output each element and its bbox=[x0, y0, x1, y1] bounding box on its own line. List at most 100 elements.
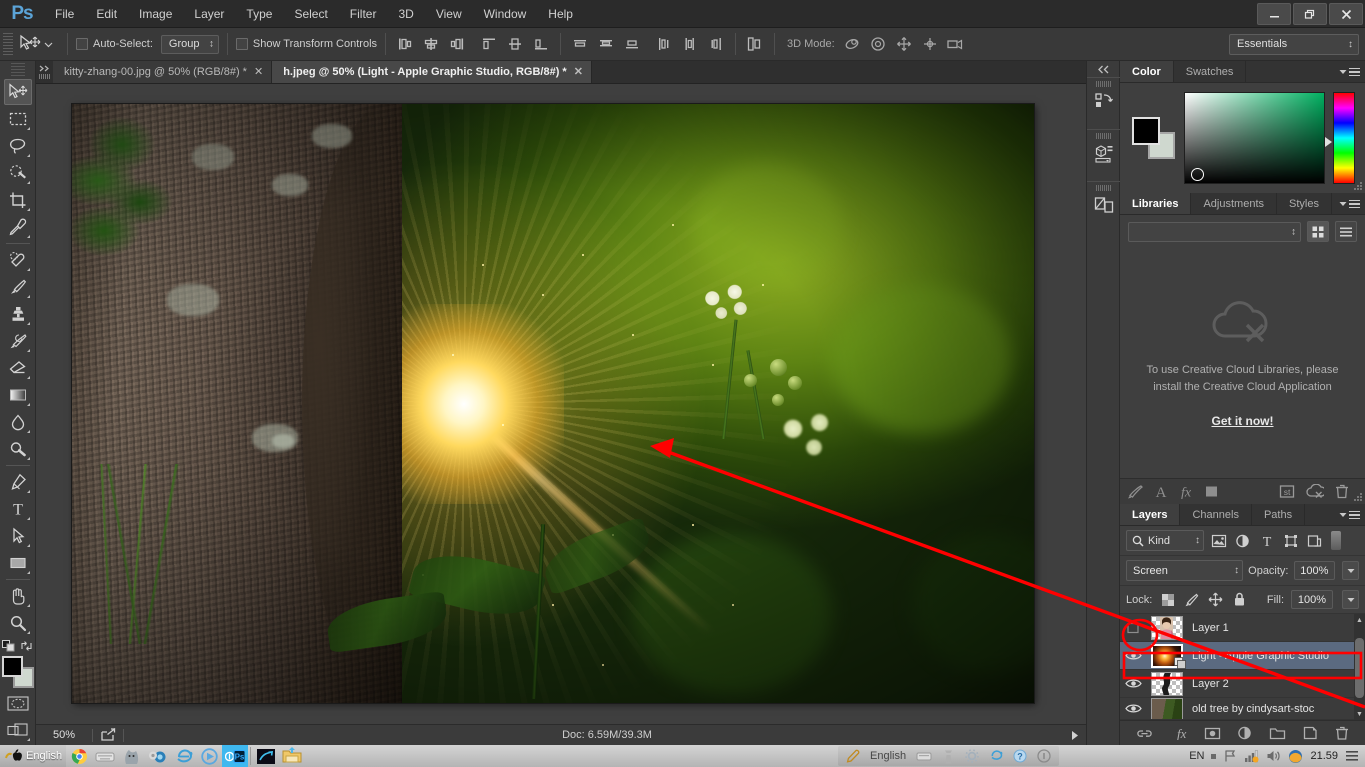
hue-slider[interactable] bbox=[1325, 92, 1355, 184]
restore-button[interactable] bbox=[1293, 3, 1327, 25]
rectangle-tool[interactable] bbox=[4, 550, 32, 576]
lock-all-icon[interactable] bbox=[1231, 591, 1248, 608]
fill-value[interactable]: 100% bbox=[1291, 590, 1333, 609]
hand-tool[interactable] bbox=[4, 583, 32, 609]
document-canvas[interactable] bbox=[72, 104, 1034, 703]
foreground-color-swatch[interactable] bbox=[1, 656, 23, 677]
menu-select[interactable]: Select bbox=[283, 0, 338, 28]
menu-window[interactable]: Window bbox=[473, 0, 538, 28]
layer-thumbnail-cell[interactable] bbox=[1146, 615, 1188, 640]
swap-colors-icon[interactable] bbox=[20, 640, 33, 652]
menu-file[interactable]: File bbox=[44, 0, 85, 28]
add-layer-style-icon[interactable]: fx bbox=[1170, 726, 1187, 740]
fill-dropdown-icon[interactable] bbox=[1342, 590, 1359, 609]
layer-row[interactable]: Layer 1 bbox=[1120, 614, 1365, 642]
folder-icon[interactable] bbox=[279, 745, 305, 767]
distribute-top-edges-button[interactable] bbox=[569, 33, 591, 55]
align-horizontal-centers-button[interactable] bbox=[420, 33, 442, 55]
internet-explorer-icon[interactable] bbox=[170, 745, 196, 767]
gradient-tool[interactable] bbox=[4, 382, 32, 408]
menu-3d[interactable]: 3D bbox=[387, 0, 424, 28]
layer-thumbnail-cell[interactable] bbox=[1146, 698, 1188, 719]
foreground-background-colors[interactable] bbox=[1, 656, 35, 688]
menu-edit[interactable]: Edit bbox=[85, 0, 128, 28]
brush-tool[interactable] bbox=[4, 274, 32, 300]
panel-menu-icon[interactable] bbox=[1339, 61, 1360, 83]
move-tool[interactable] bbox=[3, 79, 32, 105]
keyboard-layout-indicator[interactable]: EN bbox=[1189, 750, 1204, 762]
delete-icon[interactable] bbox=[1335, 484, 1349, 499]
chrome-icon[interactable] bbox=[66, 745, 92, 767]
distribute-bottom-edges-button[interactable] bbox=[621, 33, 643, 55]
menu-filter[interactable]: Filter bbox=[339, 0, 388, 28]
new-adjustment-layer-icon[interactable] bbox=[1237, 726, 1252, 740]
auto-select-scope-select[interactable]: Group bbox=[160, 34, 219, 54]
workspace-select[interactable]: Essentials bbox=[1229, 33, 1359, 55]
tab-color[interactable]: Color bbox=[1120, 61, 1174, 82]
grid-view-icon[interactable] bbox=[1307, 221, 1329, 242]
slide-3d-button[interactable] bbox=[919, 33, 941, 55]
menu-view[interactable]: View bbox=[425, 0, 473, 28]
path-selection-tool[interactable] bbox=[4, 523, 32, 549]
pen-tool[interactable] bbox=[4, 469, 32, 495]
menu-image[interactable]: Image bbox=[128, 0, 183, 28]
quick-mask-mode-button[interactable] bbox=[4, 690, 32, 716]
opacity-value[interactable]: 100% bbox=[1293, 561, 1336, 580]
auto-select-checkbox[interactable] bbox=[76, 38, 88, 50]
menu-layer[interactable]: Layer bbox=[183, 0, 235, 28]
cat-icon[interactable] bbox=[118, 745, 144, 767]
add-layer-mask-icon[interactable] bbox=[1204, 727, 1221, 740]
distribute-left-edges-button[interactable] bbox=[653, 33, 675, 55]
layer-list[interactable]: Layer 1 Light - Apple Graphic Studio Lay… bbox=[1120, 614, 1365, 720]
language-indicator[interactable]: English bbox=[0, 745, 67, 767]
tabbar-grip[interactable] bbox=[36, 61, 53, 83]
layers-scrollbar[interactable]: ▲ ▼ bbox=[1354, 614, 1365, 720]
layer-comps-panel-button[interactable] bbox=[1087, 181, 1121, 233]
telenor-icon[interactable] bbox=[253, 745, 279, 767]
layer-visibility-toggle[interactable] bbox=[1120, 621, 1146, 635]
crop-tool[interactable] bbox=[4, 187, 32, 213]
zoom-level[interactable]: 50% bbox=[36, 729, 92, 741]
webcam-icon[interactable] bbox=[144, 745, 170, 767]
close-icon[interactable]: ✕ bbox=[254, 66, 263, 78]
zoom-tool[interactable] bbox=[4, 610, 32, 636]
new-layer-icon[interactable] bbox=[1303, 726, 1318, 740]
active-tool-preview[interactable] bbox=[17, 34, 59, 54]
media-player-icon[interactable] bbox=[196, 745, 222, 767]
library-select[interactable] bbox=[1128, 221, 1301, 242]
tab-paths[interactable]: Paths bbox=[1251, 504, 1306, 525]
tab-swatches[interactable]: Swatches bbox=[1173, 61, 1247, 82]
layer-filter-kind-select[interactable]: Kind bbox=[1126, 530, 1204, 551]
share-icon[interactable] bbox=[93, 728, 123, 742]
new-group-icon[interactable] bbox=[1269, 727, 1286, 740]
tab-adjustments[interactable]: Adjustments bbox=[1191, 193, 1277, 214]
layer-name[interactable]: Layer 2 bbox=[1188, 678, 1229, 690]
panel-menu-icon[interactable] bbox=[1339, 193, 1360, 215]
spot-healing-brush-tool[interactable] bbox=[4, 247, 32, 273]
color-field[interactable] bbox=[1184, 92, 1325, 184]
history-brush-tool[interactable] bbox=[4, 328, 32, 354]
color-picker-body[interactable] bbox=[1120, 83, 1365, 193]
distribute-horizontal-centers-button[interactable] bbox=[679, 33, 701, 55]
filter-type-icon[interactable]: T bbox=[1257, 531, 1276, 550]
photoshop-taskbar-button[interactable]: Ps bbox=[222, 745, 249, 767]
document-tab-kitty-zhang[interactable]: kitty-zhang-00.jpg @ 50% (RGB/8#) * ✕ bbox=[53, 61, 273, 83]
filter-adjustment-icon[interactable] bbox=[1233, 531, 1252, 550]
minimize-button[interactable] bbox=[1257, 3, 1291, 25]
filter-pixel-icon[interactable] bbox=[1209, 531, 1228, 550]
foreground-color-chip[interactable] bbox=[1132, 117, 1160, 145]
cloud-off-icon[interactable] bbox=[1306, 484, 1324, 499]
close-icon[interactable]: ✕ bbox=[574, 66, 583, 78]
lock-position-icon[interactable] bbox=[1207, 591, 1224, 608]
tab-libraries[interactable]: Libraries bbox=[1120, 193, 1192, 214]
collapse-panels-icon[interactable] bbox=[1087, 61, 1119, 77]
horizontal-type-tool[interactable]: T bbox=[4, 496, 32, 522]
filter-smart-object-icon[interactable] bbox=[1305, 531, 1324, 550]
layer-visibility-toggle[interactable] bbox=[1120, 677, 1146, 690]
layer-visibility-toggle[interactable] bbox=[1120, 649, 1146, 662]
screen-mode-button[interactable] bbox=[4, 717, 32, 743]
tab-layers[interactable]: Layers bbox=[1120, 504, 1181, 525]
sync-icon[interactable]: st bbox=[1279, 484, 1295, 499]
add-graphic-icon[interactable] bbox=[1127, 484, 1144, 499]
close-button[interactable] bbox=[1329, 3, 1363, 25]
